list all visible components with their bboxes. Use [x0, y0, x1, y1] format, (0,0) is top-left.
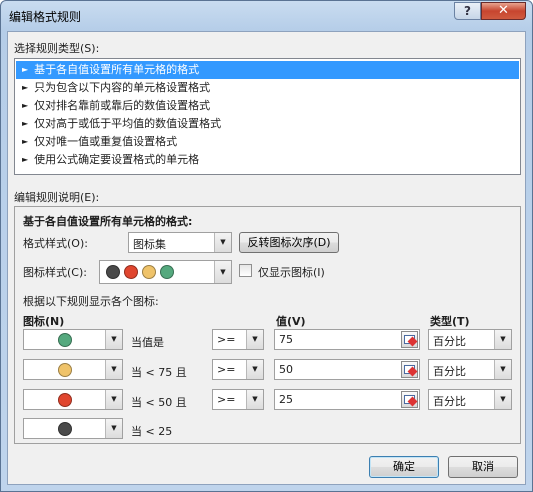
chevron-down-icon[interactable]: ▼	[214, 261, 231, 283]
icon-style-select[interactable]: ▼	[99, 260, 232, 284]
type-select[interactable]: 百分比 ▼	[428, 329, 512, 350]
chevron-down-icon[interactable]: ▼	[494, 330, 511, 349]
operator-select[interactable]: >= ▼	[212, 329, 264, 350]
circle-icon	[58, 362, 72, 377]
range-picker-icon[interactable]	[401, 361, 418, 378]
rule-type-item[interactable]: ► 基于各自值设置所有单元格的格式	[16, 61, 519, 79]
window-title: 编辑格式规则	[9, 10, 82, 24]
rule-type-item-label: 仅对高于或低于平均值的数值设置格式	[34, 117, 222, 130]
ok-button[interactable]: 确定	[369, 456, 439, 478]
help-button[interactable]: ?	[454, 2, 481, 20]
bullet-arrow-icon: ►	[22, 65, 29, 74]
circle-icon	[124, 265, 138, 279]
condition-text: 当 < 50 且	[131, 396, 187, 409]
value-input[interactable]: 50	[274, 359, 420, 380]
circle-icon	[58, 421, 72, 436]
condition-text: 当 < 75 且	[131, 366, 187, 379]
operator-value: >=	[217, 393, 236, 406]
chevron-down-icon[interactable]: ▼	[105, 330, 122, 349]
chevron-down-icon[interactable]: ▼	[246, 360, 263, 379]
condition-text: 当值是	[131, 336, 164, 349]
icon-select[interactable]: ▼	[23, 418, 123, 439]
rule-type-item[interactable]: ► 仅对唯一值或重复值设置格式	[16, 133, 519, 151]
bullet-arrow-icon: ►	[22, 83, 29, 92]
rule-desc-heading: 基于各自值设置所有单元格的格式:	[23, 215, 193, 228]
column-header-value: 值(V)	[276, 315, 306, 328]
chevron-down-icon[interactable]: ▼	[246, 390, 263, 409]
circle-icon	[58, 332, 72, 347]
type-value: 百分比	[433, 335, 466, 348]
icon-preview	[24, 390, 106, 409]
rule-type-item[interactable]: ► 仅对排名靠前或靠后的数值设置格式	[16, 97, 519, 115]
close-button[interactable]: ✕	[481, 2, 526, 20]
type-select[interactable]: 百分比 ▼	[428, 389, 512, 410]
icon-preview	[24, 419, 106, 438]
reverse-icon-order-button[interactable]: 反转图标次序(D)	[239, 232, 339, 253]
show-icon-only-checkbox[interactable]	[239, 264, 252, 277]
rule-desc-panel: 基于各自值设置所有单元格的格式: 格式样式(O): 图标集 ▼ 反转图标次序(D…	[14, 206, 521, 444]
edit-format-rule-dialog: 编辑格式规则 ? ✕ 选择规则类型(S): ► 基于各自值设置所有单元格的格式 ►…	[0, 0, 533, 492]
format-style-label: 格式样式(O):	[23, 237, 88, 250]
icon-select[interactable]: ▼	[23, 389, 123, 410]
operator-value: >=	[217, 333, 236, 346]
range-picker-icon[interactable]	[401, 391, 418, 408]
chevron-down-icon[interactable]: ▼	[214, 233, 231, 252]
title-bar[interactable]: 编辑格式规则 ? ✕	[1, 1, 532, 29]
show-icon-only-label: 仅显示图标(I)	[258, 266, 325, 279]
rule-type-item[interactable]: ► 仅对高于或低于平均值的数值设置格式	[16, 115, 519, 133]
rules-caption: 根据以下规则显示各个图标:	[23, 295, 159, 308]
value-input[interactable]: 75	[274, 329, 420, 350]
rule-desc-label: 编辑规则说明(E):	[14, 191, 100, 204]
rule-type-item[interactable]: ► 使用公式确定要设置格式的单元格	[16, 151, 519, 169]
bullet-arrow-icon: ►	[22, 101, 29, 110]
chevron-down-icon[interactable]: ▼	[494, 360, 511, 379]
range-picker-icon[interactable]	[401, 331, 418, 348]
type-value: 百分比	[433, 365, 466, 378]
operator-select[interactable]: >= ▼	[212, 359, 264, 380]
chevron-down-icon[interactable]: ▼	[246, 330, 263, 349]
circle-icon	[106, 265, 120, 279]
chevron-down-icon[interactable]: ▼	[105, 419, 122, 438]
rule-type-label: 选择规则类型(S):	[14, 42, 100, 55]
icon-style-preview	[106, 265, 178, 279]
operator-value: >=	[217, 363, 236, 376]
icon-style-label: 图标样式(C):	[23, 266, 87, 279]
format-style-select[interactable]: 图标集 ▼	[128, 232, 232, 253]
bullet-arrow-icon: ►	[22, 119, 29, 128]
rule-type-item-label: 仅对排名靠前或靠后的数值设置格式	[34, 99, 211, 112]
chevron-down-icon[interactable]: ▼	[494, 390, 511, 409]
rule-type-item-label: 只为包含以下内容的单元格设置格式	[34, 81, 211, 94]
type-select[interactable]: 百分比 ▼	[428, 359, 512, 380]
chevron-down-icon[interactable]: ▼	[105, 390, 122, 409]
circle-icon	[142, 265, 156, 279]
icon-select[interactable]: ▼	[23, 329, 123, 350]
type-value: 百分比	[433, 395, 466, 408]
rule-type-list[interactable]: ► 基于各自值设置所有单元格的格式 ► 只为包含以下内容的单元格设置格式 ► 仅对排名…	[14, 58, 521, 175]
rule-type-item-label: 使用公式确定要设置格式的单元格	[34, 153, 200, 166]
icon-select[interactable]: ▼	[23, 359, 123, 380]
cancel-button[interactable]: 取消	[448, 456, 518, 478]
circle-icon	[160, 265, 174, 279]
dialog-client-area: 选择规则类型(S): ► 基于各自值设置所有单元格的格式 ► 只为包含以下内容的单元…	[7, 31, 526, 485]
icon-preview	[24, 360, 106, 379]
value-input[interactable]: 25	[274, 389, 420, 410]
condition-text: 当 < 25	[131, 425, 173, 438]
chevron-down-icon[interactable]: ▼	[105, 360, 122, 379]
icon-preview	[24, 330, 106, 349]
bullet-arrow-icon: ►	[22, 155, 29, 164]
bullet-arrow-icon: ►	[22, 137, 29, 146]
column-header-type: 类型(T)	[430, 315, 470, 328]
format-style-value: 图标集	[133, 238, 166, 251]
operator-select[interactable]: >= ▼	[212, 389, 264, 410]
column-header-icon: 图标(N)	[23, 315, 65, 328]
rule-type-item-label: 基于各自值设置所有单元格的格式	[34, 63, 200, 76]
circle-icon	[58, 392, 72, 407]
rule-type-item[interactable]: ► 只为包含以下内容的单元格设置格式	[16, 79, 519, 97]
rule-type-item-label: 仅对唯一值或重复值设置格式	[34, 135, 178, 148]
